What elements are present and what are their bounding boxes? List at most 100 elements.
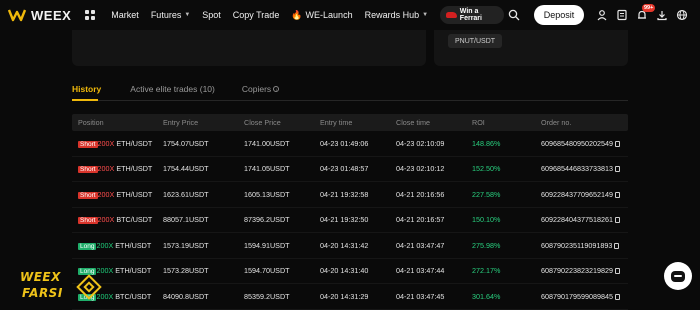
nav-spot[interactable]: Spot [196,10,227,20]
chevron-down-icon: ▼ [184,12,191,18]
nav-we-launch[interactable]: 🔥 WE-Launch [285,10,358,21]
trader-stats-panel [72,30,426,66]
nav-rewards-hub[interactable]: Rewards Hub ▼ [359,10,434,20]
close-price: 1594.70USDT [244,266,290,276]
table-row: Long 200X BTC/USDT 84090.8USDT 85359.2USDT 0… [72,284,628,310]
order-number-cell: 609685446833733813 [541,164,620,173]
history-tabs: History Active elite trades (10) Copiers… [72,84,280,94]
entry-time: 04-21 19:32:58 [320,189,369,199]
roi-value: 148.86% [472,138,501,148]
nav-label: Futures [150,10,182,20]
side-tag: Short [78,217,98,225]
order-number: 609685480950202549 [541,138,613,148]
watermark-line1: WEEX [20,270,61,284]
tab-label: History [72,84,102,94]
position-cell: Long 200X ETH/USDT [78,241,151,250]
tab-copiers[interactable]: Copiers i [242,84,280,94]
nav-futures[interactable]: Futures ▼ [145,10,196,20]
entry-time: 04-23 01:49:06 [320,138,369,148]
copy-icon[interactable] [614,217,620,224]
nav-label: Spot [202,10,221,20]
leverage: 200X [97,164,115,174]
deposit-button[interactable]: Deposit [534,5,584,25]
table-body: Short 200X ETH/USDT 1754.07USDT 1741.00USDT… [72,131,628,310]
fire-icon: 🔥 [291,9,303,20]
close-time: 04-21 03:47:47 [396,240,445,250]
header-entry-price: Entry Price [163,118,199,127]
table-row: Short 200X BTC/USDT 88057.1USDT 87396.2USDT… [72,208,628,233]
pair: BTC/USDT [115,291,152,301]
order-number-cell: 609685480950202549 [541,139,620,148]
side-tag: Short [78,140,98,148]
order-number: 609228437709652149 [541,189,613,199]
top-navigation-bar: WEEX Market Futures ▼ Spot Copy Trade 🔥 WE… [0,0,700,30]
apps-grid-icon[interactable] [85,10,96,20]
table-row: Long 200X ETH/USDT 1573.19USDT 1594.91USDT 0… [72,233,628,259]
copy-icon[interactable] [614,140,620,147]
entry-price: 84090.8USDT [163,291,209,301]
leverage: 200X [97,189,115,199]
download-icon[interactable] [652,5,672,25]
close-time: 04-21 03:47:45 [396,291,445,301]
copy-icon[interactable] [614,166,620,173]
tab-active-elite-trades[interactable]: Active elite trades (10) [130,84,215,94]
order-number-cell: 608790179599089845 [541,292,620,301]
pair: ETH/USDT [116,138,153,148]
leverage: 200X [97,138,115,148]
notification-bell-icon[interactable]: 99+ [632,4,656,25]
copy-icon[interactable] [614,293,620,300]
roi-value: 227.58% [472,189,501,199]
copy-icon[interactable] [614,268,620,275]
entry-time: 04-21 19:32:50 [320,215,369,225]
close-time: 04-21 03:47:44 [396,266,445,276]
user-icon[interactable] [592,5,612,25]
side-tag: Short [78,191,98,199]
ferrari-car-icon [446,12,457,18]
tabs-divider [72,100,628,101]
order-number: 608790235119091893 [541,240,613,250]
roi-value: 152.50% [472,164,501,174]
chevron-down-icon: ▼ [422,12,429,18]
brand-name: WEEX [31,7,72,23]
win-ferrari-promo-button[interactable]: Win a Ferrari [440,6,504,24]
pair-chip[interactable]: PNUT/USDT [448,34,503,48]
promo-label: Win a Ferrari [459,8,482,22]
history-table: Position Entry Price Close Price Entry t… [72,114,628,310]
table-row: Short 200X ETH/USDT 1623.61USDT 1605.13USDT… [72,182,628,208]
copy-icon[interactable] [614,242,620,249]
chat-icon [671,270,685,282]
close-time: 04-21 20:16:56 [396,189,445,199]
close-time: 04-23 02:10:09 [396,138,445,148]
side-tag: Short [78,166,98,174]
nav-label: Market [111,10,139,20]
nav-market[interactable]: Market [105,10,145,20]
header-position: Position [78,118,104,127]
close-price: 1605.13USDT [244,189,290,199]
header-roi: ROI [472,118,485,127]
order-number: 609228404377518261 [541,215,613,225]
roi-value: 301.64% [472,291,501,301]
nav-copy-trade[interactable]: Copy Trade [227,10,286,20]
order-number-cell: 609228437709652149 [541,190,620,199]
copy-icon[interactable] [614,191,620,198]
orders-icon[interactable] [612,5,632,25]
position-cell: Short 200X ETH/USDT [78,190,152,199]
close-price: 1594.91USDT [244,240,290,250]
table-row: Short 200X ETH/USDT 1754.44USDT 1741.05USDT… [72,157,628,182]
nav-label: WE-Launch [305,10,353,20]
position-cell: Short 200X ETH/USDT [78,164,152,174]
close-price: 87396.2USDT [244,215,290,225]
close-price: 1741.05USDT [244,164,290,174]
tab-label: Active elite trades (10) [130,84,215,94]
info-icon: i [273,86,280,92]
support-chat-button[interactable] [664,262,692,290]
watermark-line2: FARSI [22,286,63,300]
pair: ETH/USDT [116,189,153,199]
weex-logo[interactable]: WEEX [8,8,71,23]
close-price: 1741.00USDT [244,138,290,148]
order-number: 608790179599089845 [541,291,613,301]
tab-history[interactable]: History [72,84,101,94]
entry-price: 1573.28USDT [163,266,209,276]
globe-icon[interactable] [672,5,692,25]
search-icon[interactable] [504,5,524,25]
